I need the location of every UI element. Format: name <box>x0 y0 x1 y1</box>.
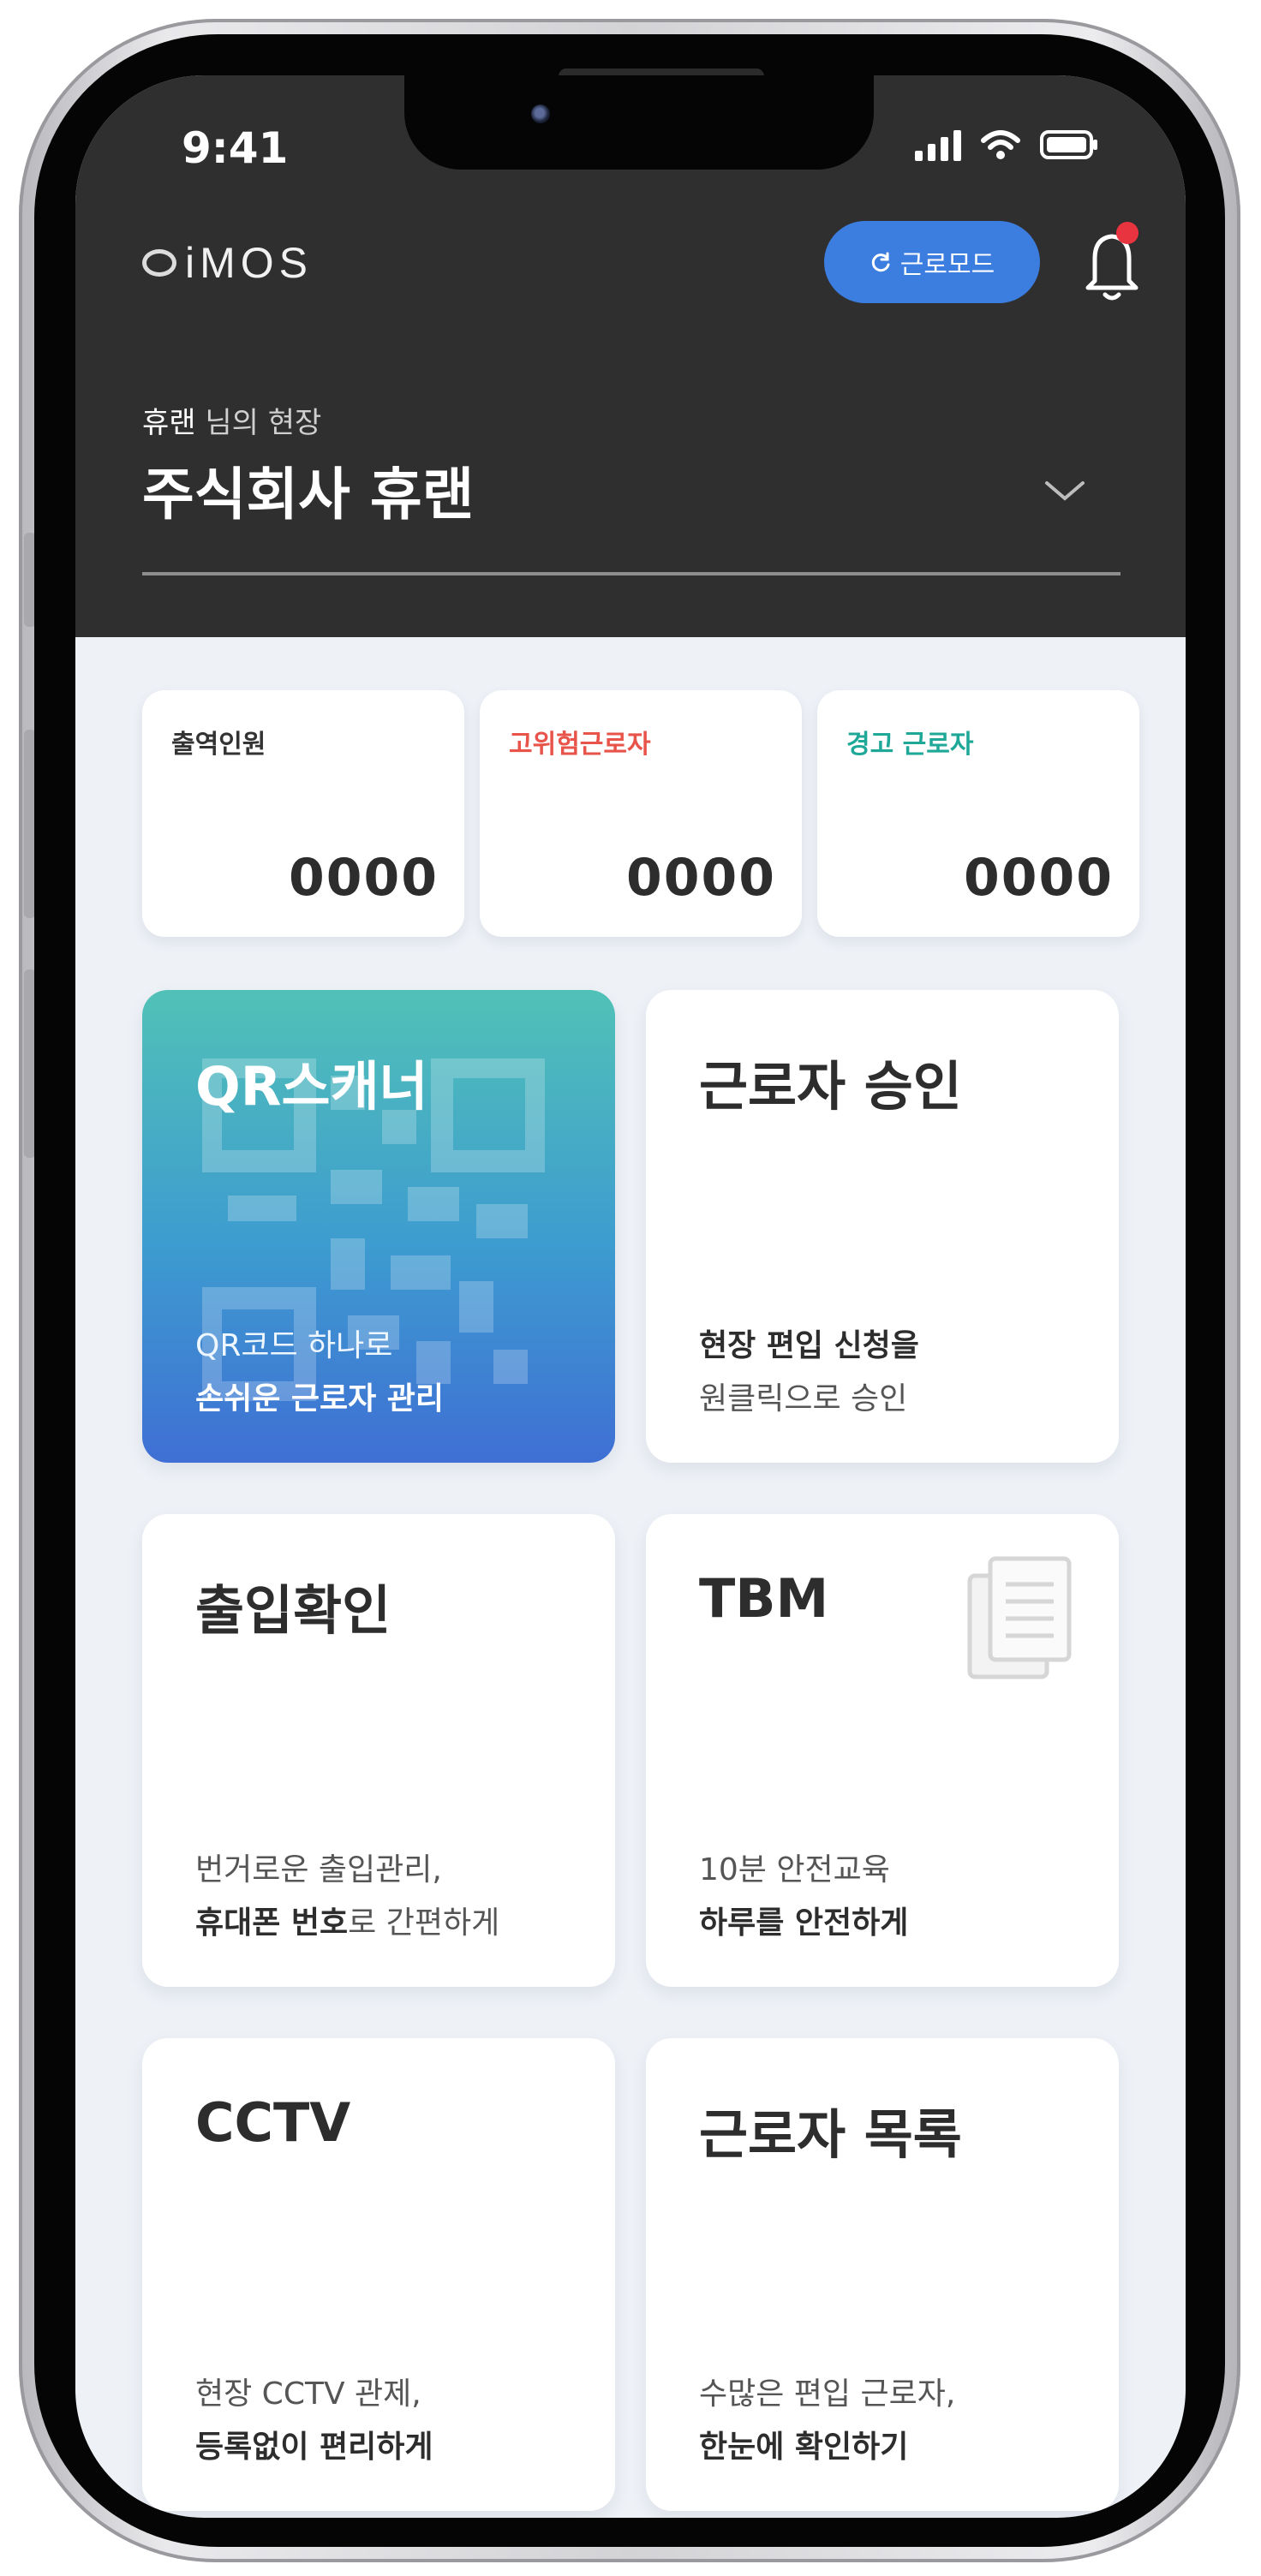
tile-desc-line1: 번거로운 출입관리, <box>195 1852 442 1887</box>
tile-desc-line2: 하루를 안전하게 <box>699 1905 909 1941</box>
logo-ring <box>142 249 176 277</box>
status-icons <box>915 128 1100 161</box>
tile-desc-rest: 로 간편하게 <box>348 1905 500 1941</box>
stat-value: 0000 <box>626 848 776 908</box>
tile-title: TBM <box>699 1567 829 1630</box>
tile-worker-approval[interactable]: 근로자 승인 현장 편입 신청을 원클릭으로 승인 <box>646 990 1119 1463</box>
tile-desc-line1: 수많은 편입 근로자, <box>699 2376 956 2412</box>
site-selector[interactable]: 주식회사 휴랜 <box>142 449 474 531</box>
stat-card-attendance[interactable]: 출역인원 0000 <box>142 690 464 937</box>
tile-desc-line2: 한눈에 확인하기 <box>699 2430 909 2465</box>
wifi-icon <box>980 128 1021 161</box>
phone-screen: 9:41 iMOS 근로모드 휴랜 님의 현장 주식회사 휴랜 출역인원 000… <box>75 75 1186 2518</box>
tile-title: 출입확인 <box>195 1579 391 1642</box>
site-selector-underline <box>142 572 1121 575</box>
tile-title: 근로자 목록 <box>699 2103 962 2166</box>
refresh-icon <box>871 252 890 272</box>
stat-label: 출역인원 <box>171 730 266 760</box>
tile-access-check[interactable]: 출입확인 번거로운 출입관리, 휴대폰 번호로 간편하게 <box>142 1514 615 1987</box>
battery-icon <box>1040 128 1100 161</box>
cellular-icon <box>915 128 961 161</box>
tile-cctv[interactable]: CCTV 현장 CCTV 관제, 등록없이 편리하게 <box>142 2038 615 2511</box>
tile-desc-line2: 휴대폰 번호로 간편하게 <box>195 1898 499 1942</box>
tile-desc-line1: 현장 편입 신청을 <box>699 1328 919 1363</box>
logo-text: iMOS <box>185 239 313 287</box>
notch <box>404 75 874 170</box>
tile-desc-line1: 10분 안전교육 <box>699 1852 890 1887</box>
stat-value: 0000 <box>289 848 439 908</box>
tile-title: QR스캐너 <box>195 1055 428 1118</box>
site-owner-suffix: 님의 현장 <box>195 406 322 440</box>
worker-mode-label: 근로모드 <box>899 250 995 280</box>
bell-icon[interactable] <box>1078 221 1146 307</box>
app-logo: iMOS <box>142 238 313 288</box>
notification-dot <box>1116 222 1138 244</box>
tile-tbm[interactable]: TBM 10분 안전교육 하루를 안전하게 <box>646 1514 1119 1987</box>
tile-desc-line1: QR코드 하나로 <box>195 1328 393 1363</box>
tile-qr-scanner[interactable]: QR스캐너 QR코드 하나로 손쉬운 근로자 관리 <box>142 990 615 1463</box>
worker-mode-button[interactable]: 근로모드 <box>824 221 1040 303</box>
stat-label: 고위험근로자 <box>509 730 651 760</box>
front-camera <box>531 104 550 123</box>
tile-desc-line2: 손쉬운 근로자 관리 <box>195 1381 445 1416</box>
document-icon <box>967 1556 1072 1679</box>
status-time: 9:41 <box>182 123 289 173</box>
tile-title: 근로자 승인 <box>699 1055 962 1118</box>
stat-label: 경고 근로자 <box>846 730 974 760</box>
chevron-down-icon[interactable] <box>1043 478 1086 507</box>
stat-card-high-risk[interactable]: 고위험근로자 0000 <box>480 690 802 937</box>
tile-worker-list[interactable]: 근로자 목록 수많은 편입 근로자, 한눈에 확인하기 <box>646 2038 1119 2511</box>
tile-desc-bold: 휴대폰 번호 <box>195 1905 349 1941</box>
site-owner-label: 휴랜 님의 현장 <box>142 399 321 441</box>
stat-card-warning[interactable]: 경고 근로자 0000 <box>817 690 1139 937</box>
site-owner-name: 휴랜 <box>142 406 196 440</box>
tile-desc-line2: 원클릭으로 승인 <box>699 1381 908 1416</box>
tile-desc-line2: 등록없이 편리하게 <box>195 2430 433 2465</box>
stat-value: 0000 <box>964 848 1114 908</box>
tile-title: CCTV <box>195 2091 351 2154</box>
tile-desc-line1: 현장 CCTV 관제, <box>195 2376 421 2412</box>
